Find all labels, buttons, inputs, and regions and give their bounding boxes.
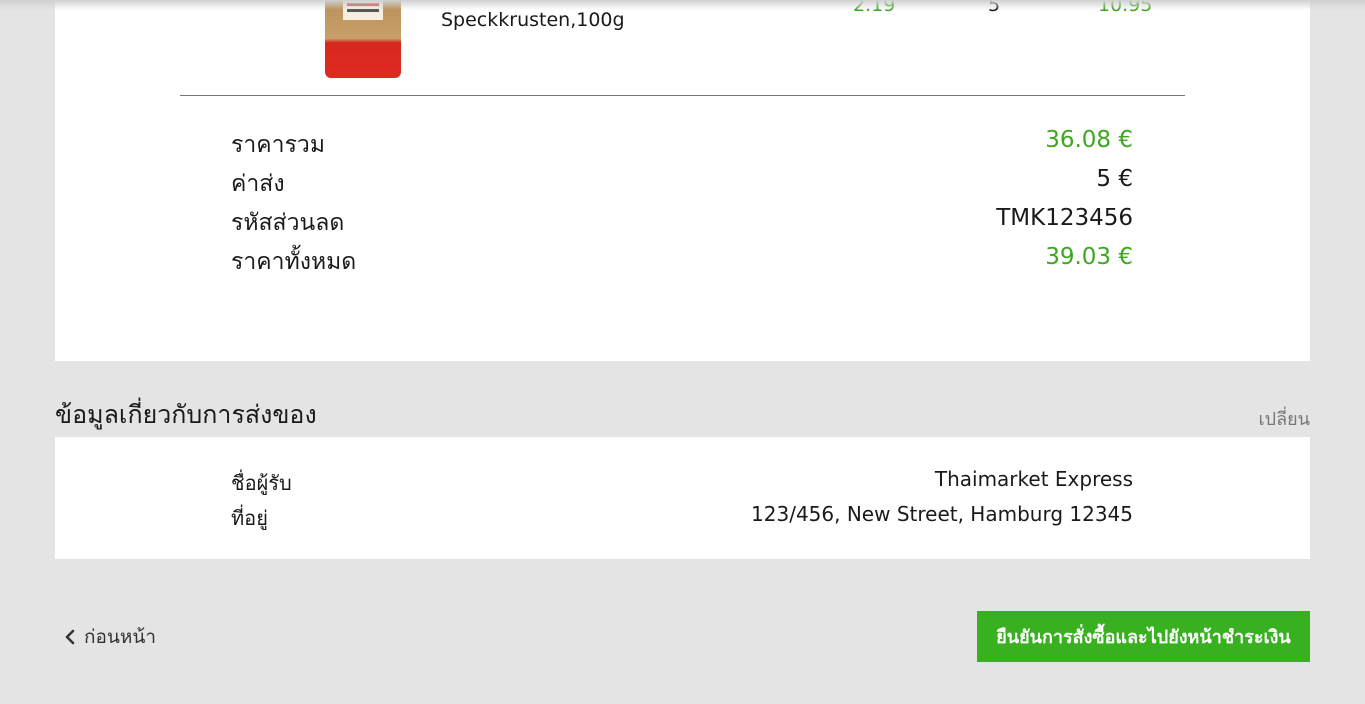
subtotal-row: ราคารวม 36.08 € xyxy=(231,127,1133,158)
total-value: 39.03 € xyxy=(1045,244,1133,270)
confirm-order-label: ยืนยันการสั่งซื้อและไปยังหน้าชำระเงิน xyxy=(996,627,1291,648)
recipient-label: ชื่อผู้รับ xyxy=(231,471,292,495)
address-label: ที่อยู่ xyxy=(231,506,268,530)
shipping-info-title: ข้อมูลเกี่ยวกับการส่งของ xyxy=(55,400,317,429)
discount-label: รหัสส่วนลด xyxy=(231,210,345,236)
address-value: 123/456, New Street, Hamburg 12345 xyxy=(751,502,1133,526)
total-label: ราคาทั้งหมด xyxy=(231,249,357,275)
summary-divider xyxy=(180,95,1185,96)
discount-code: TMK123456 xyxy=(996,205,1133,231)
subtotal-value: 36.08 € xyxy=(1045,127,1133,153)
back-button-label: ก่อนหน้า xyxy=(84,626,157,648)
recipient-value: Thaimarket Express xyxy=(934,467,1133,491)
top-shadow xyxy=(0,0,1365,10)
subtotal-label: ราคารวม xyxy=(231,132,325,158)
confirm-order-button[interactable]: ยืนยันการสั่งซื้อและไปยังหน้าชำระเงิน xyxy=(977,611,1310,662)
shipping-cost-value: 5 € xyxy=(1096,166,1133,192)
shipping-cost-label: ค่าส่ง xyxy=(231,171,285,197)
total-row: ราคาทั้งหมด 39.03 € xyxy=(231,244,1133,275)
change-shipping-link[interactable]: เปลี่ยน xyxy=(1259,404,1310,433)
product-package-icon xyxy=(325,0,401,78)
discount-row: รหัสส่วนลด TMK123456 xyxy=(231,205,1133,236)
product-name: Speckkrusten,100g xyxy=(441,9,625,31)
shipping-cost-row: ค่าส่ง 5 € xyxy=(231,166,1133,197)
back-button[interactable]: ก่อนหน้า xyxy=(62,622,156,652)
chevron-left-icon xyxy=(65,629,75,645)
